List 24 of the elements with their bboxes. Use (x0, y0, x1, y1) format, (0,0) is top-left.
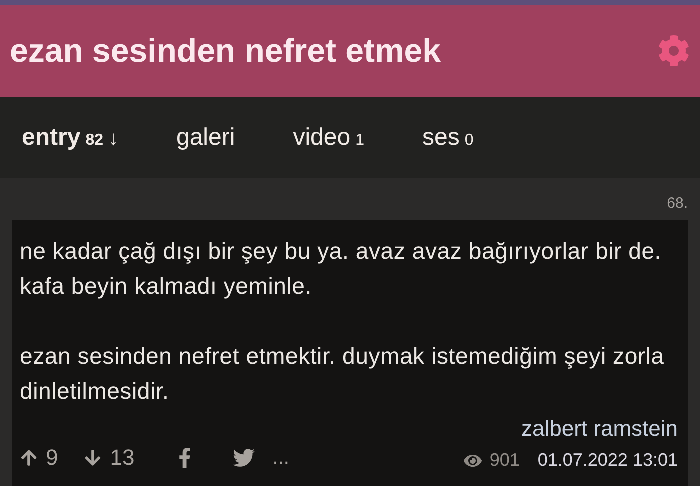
tab-label: video (293, 124, 351, 152)
upvote-count: 9 (46, 445, 58, 471)
tab[interactable]: video 1 (293, 124, 364, 152)
entry-date[interactable]: 01.07.2022 13:01 (538, 450, 678, 471)
page-title: ezan sesinden nefret etmek (10, 32, 441, 70)
downvote-count: 13 (110, 445, 135, 471)
entry-text: ne kadar çağ dışı bir şey bu ya. avaz avaz bağırıyorlar bir de. kafa beyin kalmadı yeminle. (20, 237, 662, 301)
upvote-icon[interactable] (20, 449, 38, 467)
tab[interactable]: entry 82 ↓ (22, 124, 118, 152)
entry-text: ezan sesinden nefret etmektir. duymak istemediğim şeyi zorla dinletilmesidir. (20, 342, 666, 406)
tab-label: ses (422, 124, 460, 152)
tab-label: entry (22, 124, 81, 152)
sort-arrow[interactable]: ↓ (108, 128, 118, 150)
tab-count: 1 (356, 132, 364, 150)
tab[interactable]: galeri (176, 124, 236, 152)
tab[interactable]: ses 0 (422, 124, 474, 152)
view-count: 901 (490, 450, 520, 471)
tab-count: 82 (86, 132, 104, 150)
tab-count: 0 (464, 132, 474, 150)
more-options[interactable]: ... (272, 446, 290, 470)
twitter-icon[interactable] (232, 447, 255, 469)
entry-number: 68. (667, 194, 688, 214)
downvote-icon[interactable] (84, 449, 102, 467)
author-link[interactable]: zalbert ramstein (521, 416, 678, 442)
